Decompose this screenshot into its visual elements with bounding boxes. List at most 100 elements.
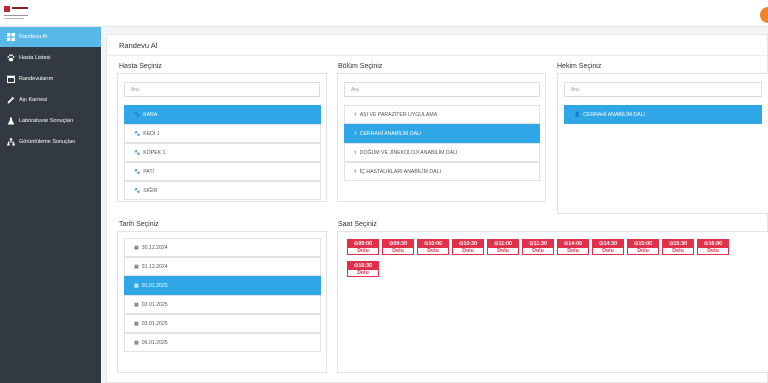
- calendar-icon: ▦: [134, 301, 139, 308]
- sitemap-icon: [7, 138, 15, 146]
- time-slot[interactable]: ⊙14:00 Dolu: [557, 239, 589, 255]
- time-slot-time: ⊙16:00: [698, 240, 728, 248]
- department-list-item[interactable]: ⚕ İÇ HASTALIKLARI ANABİLİM DALI: [344, 162, 540, 181]
- time-slot-status: Dolu: [497, 248, 509, 254]
- time-slot[interactable]: ⊙14:30 Dolu: [592, 239, 624, 255]
- time-slot-time: ⊙10:00: [418, 240, 448, 248]
- time-slot-status: Dolu: [637, 248, 649, 254]
- sidebar-item-label: Görüntüleme Sonuçları: [19, 139, 76, 145]
- time-slot-time: ⊙14:30: [593, 240, 623, 248]
- department-list-item[interactable]: ⚕ DOĞUM VE JİNEKOLOJİ ANABİLİM DALI: [344, 143, 540, 162]
- paw-icon: 🐾: [134, 149, 141, 156]
- department-section-label: Bölüm Seçiniz: [338, 63, 383, 70]
- time-section-label: Saat Seçiniz: [338, 221, 377, 228]
- sidebar-item-label: Randevularım: [19, 76, 54, 82]
- time-slot-time: ⊙15:30: [663, 240, 693, 248]
- patient-search-input[interactable]: [124, 82, 320, 97]
- time-slot-time: ⊙15:00: [628, 240, 658, 248]
- user-avatar-button[interactable]: [760, 7, 768, 23]
- top-bar: [0, 0, 768, 27]
- time-slot-time: ⊙09:00: [348, 240, 378, 248]
- paw-icon: [7, 54, 15, 62]
- date-list-item[interactable]: ▦ 31.12.2024: [124, 257, 321, 276]
- doctor-list-item[interactable]: 👤 CERRAHİ ANABİLİM DALI: [564, 105, 762, 124]
- time-slot-time: ⊙10:30: [453, 240, 483, 248]
- sidebar-item-randevu-al[interactable]: Randevu Al: [0, 27, 101, 47]
- patient-list-item[interactable]: 🐾 KARA: [124, 105, 321, 124]
- calendar-icon: ▦: [134, 263, 139, 270]
- time-slot-status: Dolu: [532, 248, 544, 254]
- time-slot-time: ⊙11:30: [523, 240, 553, 248]
- sidebar-item-label: Aşı Karnesi: [19, 97, 48, 103]
- time-slot-status: Dolu: [392, 248, 404, 254]
- time-slot[interactable]: ⊙11:00 Dolu: [487, 239, 519, 255]
- sidebar: Randevu Al Hasta Listesi Randevularım Aş…: [0, 27, 101, 383]
- syringe-icon: [7, 96, 15, 104]
- time-slot-time: ⊙09:30: [383, 240, 413, 248]
- sidebar-item-hasta-listesi[interactable]: Hasta Listesi: [0, 48, 101, 68]
- patient-list-item[interactable]: 🐾 KEDİ 1: [124, 124, 321, 143]
- department-search-input[interactable]: [344, 82, 540, 97]
- patient-section-label: Hasta Seçiniz: [119, 63, 162, 70]
- date-card: ▦ 30.12.2024 ▦ 31.12.2024 ▦ 01.01.2025 ▦ 02.…: [117, 231, 327, 373]
- flask-icon: [7, 117, 15, 125]
- sidebar-item-goruntuleme-sonuclari[interactable]: Görüntüleme Sonuçları: [0, 132, 101, 152]
- time-slot[interactable]: ⊙10:00 Dolu: [417, 239, 449, 255]
- logo[interactable]: [4, 6, 30, 20]
- sidebar-item-asi-karnesi[interactable]: Aşı Karnesi: [0, 90, 101, 110]
- time-slot-time: ⊙16:30: [348, 262, 378, 270]
- doctor-search-input[interactable]: [564, 82, 762, 97]
- patient-list-item[interactable]: 🐾 SIĞIR: [124, 181, 321, 200]
- logo-mark: [4, 6, 10, 12]
- grid-icon: [7, 33, 15, 41]
- doctor-card: 👤CERRAHİ ANABİLİM DALI: [557, 73, 768, 214]
- time-slot-status: Dolu: [427, 248, 439, 254]
- time-slot-time: ⊙11:00: [488, 240, 518, 248]
- paw-icon: 🐾: [134, 168, 141, 175]
- sidebar-item-label: Laboratuvar Sonuçları: [19, 118, 74, 124]
- patient-list-item[interactable]: 🐾 KÖPEK 1: [124, 143, 321, 162]
- time-slot[interactable]: ⊙15:30 Dolu: [662, 239, 694, 255]
- department-list-item[interactable]: ⚕ CERRAHİ ANABİLİM DALI: [344, 124, 540, 143]
- time-slot[interactable]: ⊙09:30 Dolu: [382, 239, 414, 255]
- user-md-icon: 👤: [574, 111, 581, 118]
- sidebar-item-randevularim[interactable]: Randevularım: [0, 69, 101, 89]
- paw-icon: 🐾: [134, 187, 141, 194]
- sidebar-item-laboratuvar-sonuclari[interactable]: Laboratuvar Sonuçları: [0, 111, 101, 131]
- date-list-item[interactable]: ▦ 30.12.2024: [124, 238, 321, 257]
- date-list-item[interactable]: ▦ 06.01.2025: [124, 333, 321, 352]
- stethoscope-icon: ⚕: [354, 168, 357, 175]
- calendar-icon: ▦: [134, 282, 139, 289]
- time-slot-status: Dolu: [357, 270, 369, 276]
- sidebar-item-label: Randevu Al: [19, 34, 48, 40]
- time-slot[interactable]: ⊙16:00 Dolu: [697, 239, 729, 255]
- time-slot[interactable]: ⊙16:30 Dolu: [347, 261, 379, 277]
- doctor-section-label: Hekim Seçiniz: [557, 63, 602, 70]
- title-divider: [107, 55, 768, 56]
- calendar-icon: ▦: [134, 244, 139, 251]
- time-slot-status: Dolu: [672, 248, 684, 254]
- time-card: ⊙09:00 Dolu ⊙09:30 Dolu ⊙10:00 Dolu ⊙10:30 D…: [337, 231, 768, 373]
- main-panel: Randevu Al Hasta Seçiniz 🐾KARA 🐾KEDİ 1 🐾…: [106, 34, 768, 383]
- date-list-item[interactable]: ▦ 02.01.2025: [124, 295, 321, 314]
- department-list-item[interactable]: ⚕ AŞI VE PARAZİTER UYGULAMA: [344, 105, 540, 124]
- time-slot-time: ⊙14:00: [558, 240, 588, 248]
- stethoscope-icon: ⚕: [354, 111, 357, 118]
- paw-icon: 🐾: [134, 130, 141, 137]
- time-slot[interactable]: ⊙09:00 Dolu: [347, 239, 379, 255]
- time-slot[interactable]: ⊙11:30 Dolu: [522, 239, 554, 255]
- time-slot-status: Dolu: [707, 248, 719, 254]
- time-slot-status: Dolu: [357, 248, 369, 254]
- date-list-item[interactable]: ▦ 03.01.2025: [124, 314, 321, 333]
- date-list-item[interactable]: ▦ 01.01.2025: [124, 276, 321, 295]
- calendar-icon: ▦: [134, 320, 139, 327]
- time-slot[interactable]: ⊙15:00 Dolu: [627, 239, 659, 255]
- stethoscope-icon: ⚕: [354, 130, 357, 137]
- calendar-icon: ▦: [134, 339, 139, 346]
- time-slot[interactable]: ⊙10:30 Dolu: [452, 239, 484, 255]
- stethoscope-icon: ⚕: [354, 149, 357, 156]
- time-slot-status: Dolu: [462, 248, 474, 254]
- patient-list-item[interactable]: 🐾 PATİ: [124, 162, 321, 181]
- patient-card: 🐾KARA 🐾KEDİ 1 🐾KÖPEK 1 🐾PATİ 🐾SIĞIR: [117, 73, 327, 202]
- time-slot-status: Dolu: [567, 248, 579, 254]
